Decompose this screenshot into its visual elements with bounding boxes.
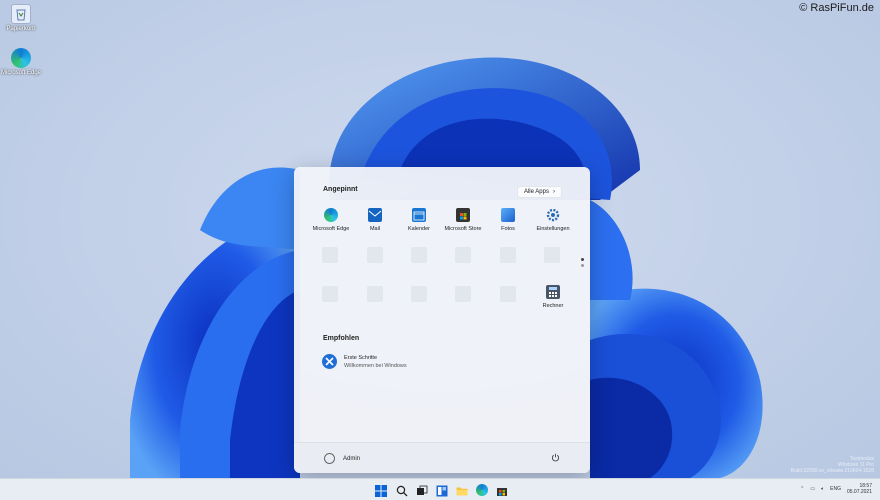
volume-icon[interactable]: 🔈︎	[821, 486, 824, 492]
placeholder-tile	[367, 247, 383, 263]
calculator-icon	[546, 285, 560, 299]
placeholder-tile	[500, 286, 516, 302]
search-button[interactable]	[396, 484, 408, 497]
task-view-icon	[417, 485, 428, 495]
folder-icon	[456, 487, 468, 496]
pinned-title: Angepinnt	[323, 186, 358, 193]
photos-icon	[501, 208, 515, 222]
taskbar: ⌃ ▭ 🔈︎ ENG 18:57 05.07.2021	[0, 478, 880, 500]
search-icon	[396, 485, 408, 497]
pinned-app-calendar[interactable]: Kalender	[396, 208, 442, 232]
recommended-item[interactable]: Erste Schritte Willkommen bei Windows	[322, 354, 407, 369]
avatar	[324, 453, 335, 464]
edge-icon	[11, 48, 31, 68]
widgets-button[interactable]	[436, 484, 448, 497]
pinned-app-edge[interactable]: Microsoft Edge	[308, 208, 354, 232]
page-dot[interactable]	[581, 264, 584, 267]
pinned-app-calculator[interactable]: Rechner	[530, 285, 576, 309]
calendar-icon	[412, 208, 426, 222]
power-icon[interactable]	[551, 453, 560, 462]
pinned-app-settings[interactable]: Einstellungen	[530, 208, 576, 232]
start-button[interactable]	[375, 484, 387, 497]
app-label: Kalender	[407, 226, 431, 232]
pinned-app-mail[interactable]: Mail	[352, 208, 398, 232]
app-label: Mail	[369, 226, 381, 232]
placeholder-tile	[411, 286, 427, 302]
network-icon[interactable]: ▭	[810, 486, 815, 492]
task-view-button[interactable]	[416, 484, 428, 496]
all-apps-label: Alle Apps	[523, 189, 549, 195]
recycle-bin-icon	[11, 4, 31, 24]
desktop-icon-label: Papierkorb	[6, 26, 36, 32]
app-label: Fotos	[501, 226, 515, 232]
widgets-icon	[436, 485, 448, 497]
start-menu: Angepinnt Alle Apps › Microsoft Edge Mai…	[294, 167, 590, 473]
placeholder-tile	[367, 286, 383, 302]
windows-logo-icon	[375, 485, 387, 497]
app-label: Microsoft Store	[444, 226, 482, 232]
placeholder-tile	[500, 247, 516, 263]
desktop-icon-label: Microsoft Edge	[0, 70, 42, 76]
placeholder-tile	[411, 247, 427, 263]
watermark: © RasPiFun.de	[799, 2, 874, 14]
placeholder-tile	[455, 286, 471, 302]
app-label: Microsoft Edge	[312, 226, 350, 232]
store-icon	[456, 208, 470, 222]
system-tray: ⌃ ▭ 🔈︎ ENG 18:57 05.07.2021	[800, 483, 872, 495]
store-icon	[497, 488, 507, 496]
placeholder-tile	[455, 247, 471, 263]
app-label: Einstellungen	[536, 226, 570, 232]
clock[interactable]: 18:57 05.07.2021	[847, 483, 872, 495]
file-explorer-button[interactable]	[456, 484, 468, 496]
placeholder-tile	[544, 247, 560, 263]
start-menu-footer: Admin	[294, 442, 590, 473]
chevron-right-icon: ›	[553, 189, 555, 195]
app-label: Rechner	[542, 303, 564, 309]
edge-icon	[324, 208, 338, 222]
clock-date: 05.07.2021	[846, 489, 872, 495]
get-started-icon	[322, 354, 337, 369]
recommended-title-text: Erste Schritte	[344, 354, 378, 361]
desktop-icon-edge[interactable]: Microsoft Edge	[0, 48, 42, 76]
page-dot[interactable]	[581, 258, 584, 261]
gear-icon	[546, 208, 560, 222]
placeholder-tile	[322, 286, 338, 302]
recommended-subtitle-text: Willkommen bei Windows	[344, 362, 407, 369]
edge-taskbar-icon[interactable]	[476, 484, 488, 496]
desktop-icon-recycle-bin[interactable]: Papierkorb	[0, 4, 42, 32]
all-apps-button[interactable]: Alle Apps ›	[516, 186, 562, 198]
pinned-app-photos[interactable]: Fotos	[485, 208, 531, 232]
placeholder-tile	[322, 247, 338, 263]
user-account-button[interactable]: Admin	[324, 453, 360, 464]
chevron-up-icon[interactable]: ⌃	[800, 486, 804, 492]
store-taskbar-button[interactable]	[496, 484, 508, 496]
mail-icon	[368, 208, 382, 222]
recommended-title: Empfohlen	[323, 335, 360, 342]
activation-watermark: Testmodus Windows 11 Pro Build 22000.co_…	[791, 456, 874, 474]
user-name: Admin	[343, 455, 361, 462]
input-language[interactable]: ENG	[830, 486, 841, 492]
pinned-app-store[interactable]: Microsoft Store	[440, 208, 486, 232]
activation-line-3: Build 22000.co_release.210604-1628	[790, 468, 874, 474]
